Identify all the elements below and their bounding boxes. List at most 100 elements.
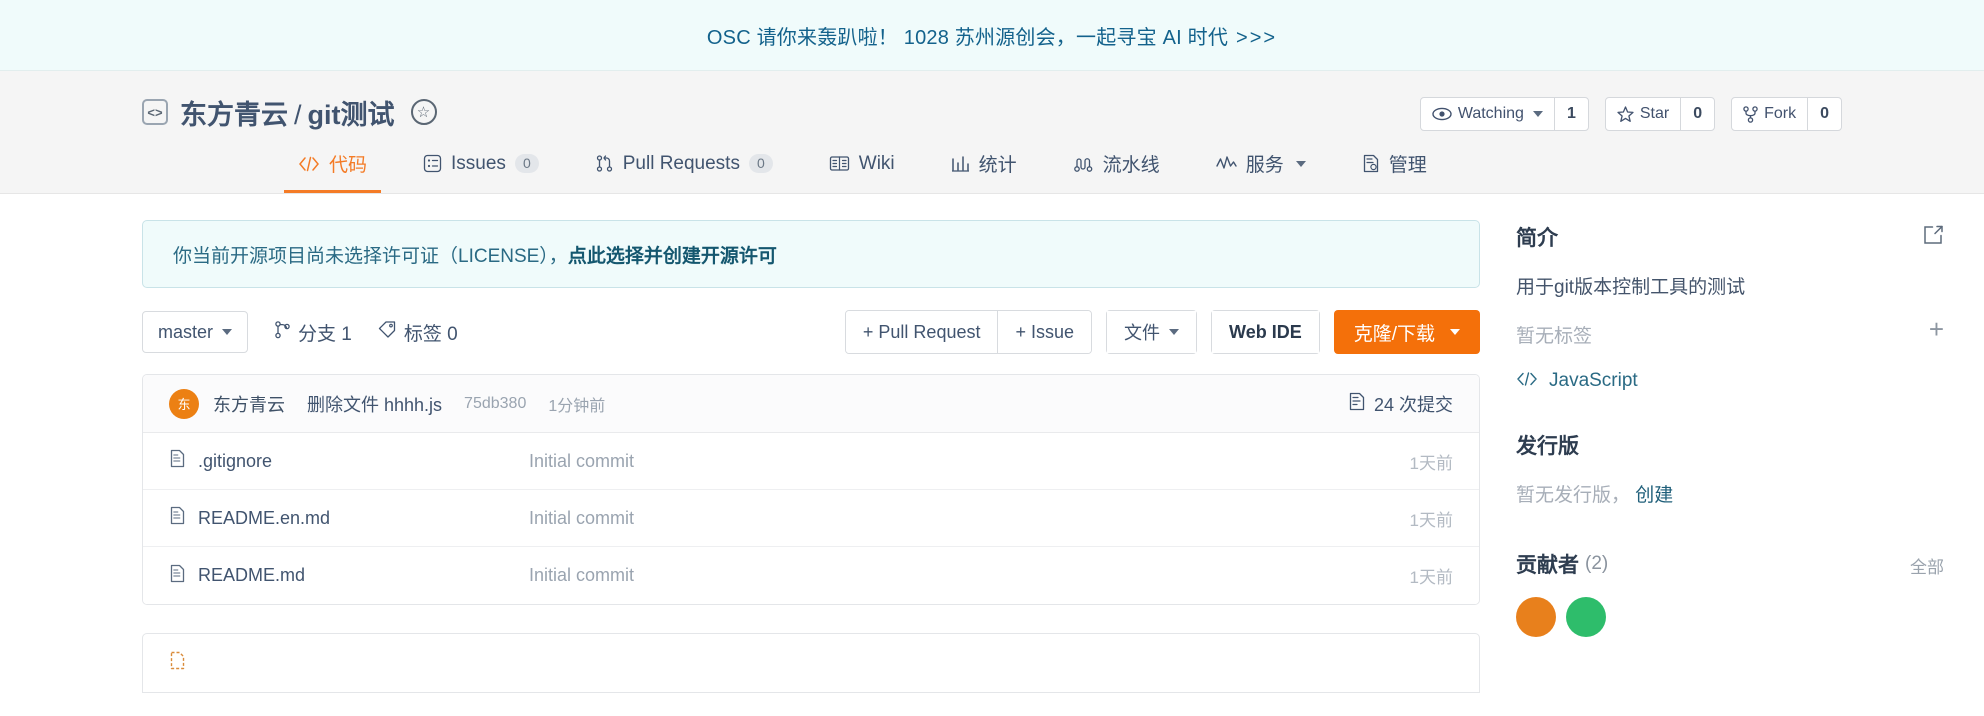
commit-sha[interactable]: 75db380 [464,395,526,413]
star-label: Star [1639,105,1670,122]
create-release-link[interactable]: 创建 [1635,485,1673,506]
license-notice: 你当前开源项目尚未选择许可证（LICENSE）， 点此选择并创建开源许可 [142,220,1480,288]
settings-doc-icon [1362,154,1380,173]
promo-banner-text[interactable]: OSC 请你来轰趴啦！ 1028 苏州源创会，一起寻宝 AI 时代 >>> [707,21,1277,50]
watching-label: Watching [1457,105,1524,122]
plus-icon[interactable]: + [1929,316,1944,342]
watching-button[interactable]: Watching [1421,98,1554,130]
tab-services[interactable]: 服务 [1202,137,1320,193]
clone-download-button[interactable]: 克隆/下载 [1333,310,1480,354]
promo-banner[interactable]: OSC 请你来轰趴啦！ 1028 苏州源创会，一起寻宝 AI 时代 >>> [0,0,1984,71]
contributors-section: 贡献者 (2) 全部 [1516,549,1944,637]
tags-link[interactable]: 标签 0 [378,319,458,346]
no-releases-label: 暂无发行版， [1516,485,1631,506]
star-count[interactable]: 0 [1680,98,1714,130]
tab-wiki[interactable]: Wiki [815,137,909,193]
file-modified-time: 1天前 [1409,453,1453,473]
create-buttons-group: + Pull Request + Issue [844,310,1093,354]
tab-pull-requests[interactable]: Pull Requests 0 [581,137,787,193]
file-link[interactable]: .gitignore [169,449,529,473]
repo-title-separator: / [294,99,302,130]
tab-pipeline-label: 流水线 [1102,155,1160,176]
watching-count[interactable]: 1 [1553,98,1588,130]
sidebar: 简介 用于git版本控制工具的测试 暂无标签 + JavaScript 发行版 … [1516,194,1944,663]
history-icon [1348,392,1366,416]
repo-toolbar: master 分支 1 标签 0 + Pull Request + Issue [142,310,1480,354]
readme-panel [142,633,1480,693]
file-link[interactable]: README.md [169,564,529,588]
fork-button-group[interactable]: Fork 0 [1731,97,1842,131]
files-dropdown-label: 文件 [1124,323,1161,343]
contributors-view-all-link[interactable]: 全部 [1910,553,1944,578]
chevron-down-icon [222,329,233,335]
avatar[interactable]: 东 [169,388,199,419]
file-icon [169,564,186,588]
language-label: JavaScript [1549,370,1638,391]
file-commit-message: Initial commit [529,450,635,471]
branches-link[interactable]: 分支 1 [274,319,352,346]
files-dropdown-wrap: 文件 [1106,310,1198,354]
repo-name-link[interactable]: git测试 [308,100,395,130]
releases-title: 发行版 [1516,435,1579,458]
file-name-label: README.en.md [198,507,331,528]
activity-icon [1215,156,1237,171]
chevron-down-icon [1295,160,1306,167]
avatar[interactable] [1516,597,1556,637]
file-link[interactable]: README.en.md [169,506,529,530]
fork-count[interactable]: 0 [1807,98,1841,130]
code-icon [1516,370,1538,392]
pull-request-icon [595,154,614,173]
commit-message[interactable]: 删除文件 hhhh.js [307,391,442,417]
contributor-avatar-list [1516,597,1944,637]
issue-list-icon [423,154,442,173]
new-issue-button[interactable]: + Issue [997,311,1092,353]
tab-statistics[interactable]: 统计 [937,137,1031,193]
contributors-title: 贡献者 (2) [1516,549,1944,579]
edit-icon[interactable] [1922,224,1944,252]
commit-author[interactable]: 东方青云 [213,391,285,417]
tab-pull-requests-count: 0 [748,154,773,173]
tab-code-label: 代码 [329,155,368,176]
star-icon [1617,105,1634,123]
new-pull-request-button[interactable]: + Pull Request [845,311,998,353]
avatar[interactable] [1566,597,1606,637]
web-ide-button[interactable]: Web IDE [1212,311,1319,353]
license-notice-text: 你当前开源项目尚未选择许可证（LICENSE）， [173,245,568,267]
tab-services-label: 服务 [1245,155,1284,176]
tab-code[interactable]: 代码 [284,137,382,193]
tags-label: 标签 0 [403,323,458,345]
about-section: 简介 用于git版本控制工具的测试 暂无标签 + JavaScript [1516,222,1944,392]
license-notice-link[interactable]: 点此选择并创建开源许可 [568,241,777,268]
about-description: 用于git版本控制工具的测试 [1516,277,1746,298]
tags-row: 暂无标签 + [1516,316,1944,348]
tab-manage-label: 管理 [1388,155,1427,176]
main-column: 你当前开源项目尚未选择许可证（LICENSE）， 点此选择并创建开源许可 mas… [142,194,1480,693]
table-row[interactable]: .gitignore Initial commit 1天前 [143,433,1479,490]
file-name-label: .gitignore [198,450,273,471]
code-icon [298,156,320,172]
page-body: 你当前开源项目尚未选择许可证（LICENSE）， 点此选择并创建开源许可 mas… [0,194,1984,693]
tab-issues[interactable]: Issues 0 [409,137,553,193]
repo-owner-link[interactable]: 东方青云 [180,100,288,130]
tab-issues-count: 0 [514,154,539,173]
eye-icon [1432,107,1452,121]
tab-manage[interactable]: 管理 [1348,137,1441,193]
file-modified-time: 1天前 [1409,568,1453,587]
table-row[interactable]: README.en.md Initial commit 1天前 [143,490,1479,547]
branch-selector[interactable]: master [142,311,249,353]
file-commit-message: Initial commit [529,565,635,585]
tab-pull-requests-label: Pull Requests [622,152,740,174]
tag-icon [378,320,397,344]
commit-history-link[interactable]: 24 次提交 [1348,391,1453,417]
tab-pipeline[interactable]: 流水线 [1059,137,1174,193]
star-button[interactable]: Star [1606,98,1680,130]
fork-button[interactable]: Fork [1732,98,1807,130]
watching-button-group[interactable]: Watching 1 [1419,97,1589,131]
language-link[interactable]: JavaScript [1516,370,1944,392]
releases-empty-row: 暂无发行版， 创建 [1516,480,1944,507]
repo-nav-tabs: 代码 Issues 0 Pull Requests 0 Wiki 统计 流水线 … [142,137,1842,193]
table-row[interactable]: README.md Initial commit 1天前 [143,547,1479,604]
web-ide-wrap: Web IDE [1211,310,1320,354]
files-dropdown-button[interactable]: 文件 [1107,311,1197,353]
star-button-group[interactable]: Star 0 [1604,97,1716,131]
